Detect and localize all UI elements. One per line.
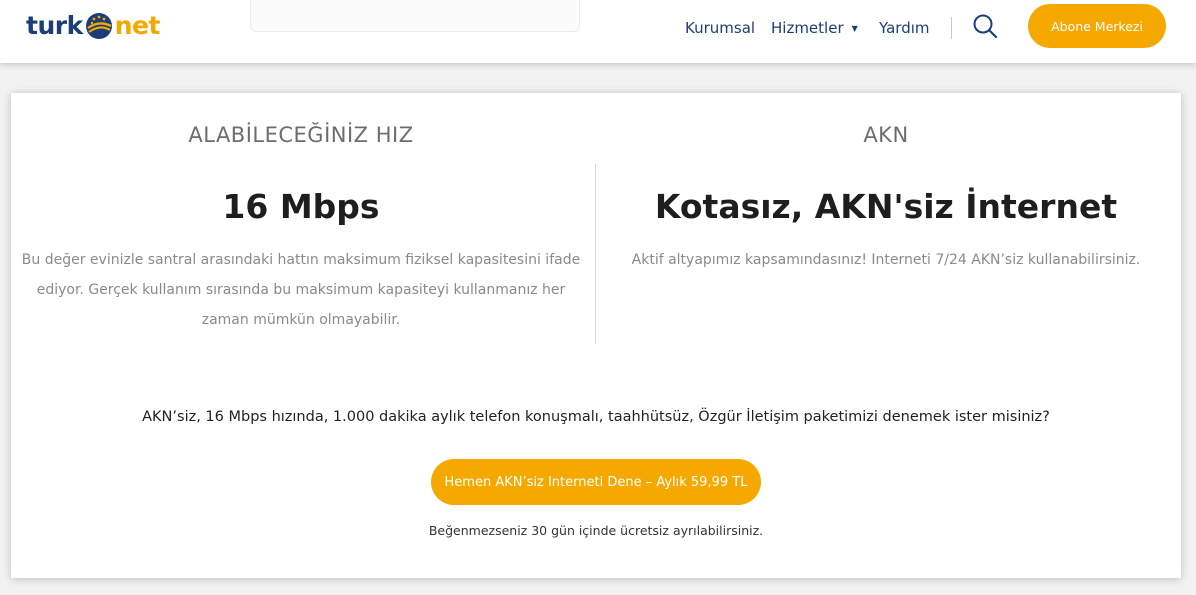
akn-description: Aktif altyapımız kapsamındasınız! Intern… bbox=[631, 252, 1141, 268]
speed-value: 16 Mbps bbox=[222, 187, 380, 226]
logo-text-turk: turk bbox=[26, 11, 83, 40]
globe-icon bbox=[85, 13, 112, 39]
speed-description-line: Bu değer evinizle santral arasındaki hat… bbox=[21, 252, 581, 268]
speed-description-line: zaman mümkün olmayabilir. bbox=[201, 312, 401, 328]
site-header: turk net Kurumsal Hizmetler ▼ Yardım Abon… bbox=[0, 0, 1196, 63]
akn-value: Kotasız, AKN'siz İnternet bbox=[654, 187, 1118, 226]
offer-text: AKN’siz, 16 Mbps hızında, 1.000 dakika a… bbox=[142, 409, 1050, 425]
nav-link-hizmetler-label: Hizmetler bbox=[771, 19, 844, 37]
nav-link-yardim[interactable]: Yardım bbox=[879, 19, 930, 37]
turknet-logo[interactable]: turk net bbox=[26, 6, 160, 46]
speed-description: Bu değer evinizle santral arasındaki hat… bbox=[11, 245, 591, 335]
caret-down-icon: ▼ bbox=[851, 24, 858, 33]
akn-title: AKN bbox=[863, 123, 909, 147]
search-icon[interactable] bbox=[972, 13, 998, 39]
nav-divider bbox=[951, 17, 952, 39]
header-background-strip bbox=[250, 0, 580, 32]
result-card: ALABİLECEĞİNİZ HIZ 16 Mbps Bu değer evin… bbox=[11, 93, 1181, 578]
nav-link-hizmetler[interactable]: Hizmetler ▼ bbox=[771, 19, 858, 37]
cancellation-note: Beğenmezseniz 30 gün içinde ücretsiz ayr… bbox=[428, 523, 764, 538]
speed-title: ALABİLECEĞİNİZ HIZ bbox=[188, 123, 414, 147]
nav-link-kurumsal[interactable]: Kurumsal bbox=[685, 19, 755, 37]
logo-text-net: net bbox=[114, 11, 161, 40]
abone-merkezi-button[interactable]: Abone Merkezi bbox=[1028, 4, 1166, 48]
speed-description-line: ediyor. Gerçek kullanım sırasında bu mak… bbox=[36, 282, 566, 298]
try-internet-button[interactable]: Hemen AKN’siz Interneti Dene – Aylık 59,… bbox=[431, 459, 761, 505]
